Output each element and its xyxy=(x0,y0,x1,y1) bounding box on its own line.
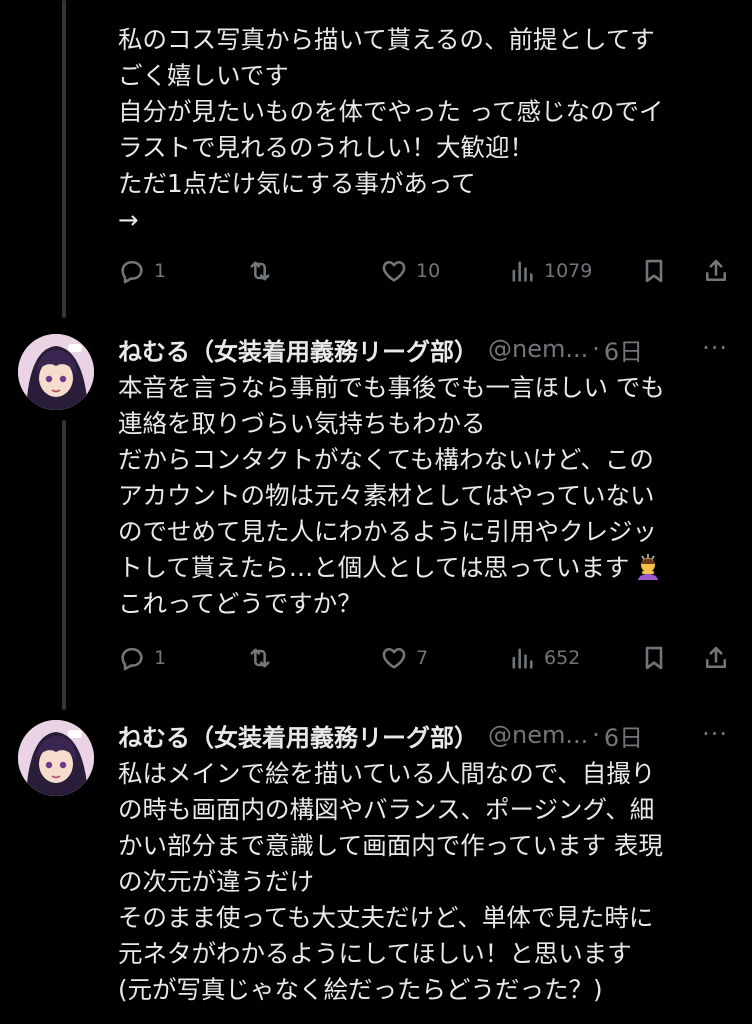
share-icon xyxy=(705,646,727,669)
text-line: だからコンタクトがなくても構わないけど、この xyxy=(118,445,654,474)
timestamp[interactable]: 6日 xyxy=(604,332,643,367)
timestamp[interactable]: 6日 xyxy=(604,718,643,753)
like-count: 10 xyxy=(416,260,441,282)
separator-dot: · xyxy=(592,335,600,363)
text-line: のでせめて見た人にわかるように引用やクレジッ xyxy=(118,517,657,546)
avatar-image xyxy=(18,720,94,796)
share-icon xyxy=(705,259,727,282)
thread-view: 私のコス写真から描いて貰えるの、前提としてす ごく嬉しいです 自分が見たいものを… xyxy=(0,0,752,1024)
like-icon xyxy=(382,647,406,669)
bookmark-button[interactable] xyxy=(640,251,668,291)
share-button[interactable] xyxy=(702,638,730,678)
text-line: かい部分まで意識して画面内で作っています 表現 xyxy=(118,831,663,860)
views-count: 1079 xyxy=(544,260,593,282)
text-line: そのまま使っても大丈夫だけど、単体で見た時に xyxy=(118,903,654,932)
bookmark-button[interactable] xyxy=(640,638,668,678)
text-segment: トして貰えたら…と個人としては思っています xyxy=(118,553,630,582)
reply-button[interactable]: 1 xyxy=(118,251,166,291)
thread-connector-line xyxy=(62,420,66,710)
thread-connector-line xyxy=(62,0,66,318)
tweet-text: 私はメインで絵を描いている人間なので、自撮り の時も画面内の構図やバランス、ポー… xyxy=(118,756,718,1008)
user-handle[interactable]: @nem... xyxy=(488,721,588,749)
views-button[interactable]: 1079 xyxy=(508,251,592,291)
tweet-actions: 1 10 1079 xyxy=(118,251,740,291)
text-line: ラストで見れるのうれしい！大歓迎！ xyxy=(118,133,535,162)
share-button[interactable] xyxy=(702,251,730,291)
repost-button[interactable] xyxy=(246,638,274,678)
repost-icon xyxy=(250,261,270,281)
tweet-text: 本音を言うなら事前でも事後でも一言ほしい でも 連絡を取りづらい気持ちもわかる … xyxy=(118,370,718,622)
views-icon xyxy=(512,648,533,669)
display-name[interactable]: ねむる（女装着用義務リーグ部） xyxy=(118,718,478,753)
reply-button[interactable]: 1 xyxy=(118,638,166,678)
text-line: → xyxy=(118,205,139,234)
views-count: 652 xyxy=(544,647,581,669)
text-line: 元ネタがわかるようにしてほしい！と思います xyxy=(118,939,632,968)
more-icon[interactable]: ··· xyxy=(702,720,728,748)
like-button[interactable]: 7 xyxy=(380,638,428,678)
text-line: ただ1点だけ気にする事があって xyxy=(118,169,476,198)
tweet-actions: 1 7 652 xyxy=(118,638,740,678)
person-bowing-emoji xyxy=(633,552,663,582)
like-icon xyxy=(382,260,406,282)
reply-count: 1 xyxy=(154,260,167,282)
text-line: ごく嬉しいです xyxy=(118,61,289,90)
bookmark-icon xyxy=(645,259,663,283)
tweet-header: ねむる（女装着用義務リーグ部） @nem... · 6日 xyxy=(118,716,718,754)
text-line: これってどうですか？ xyxy=(118,589,362,618)
text-line: の次元が違うだけ xyxy=(118,867,314,896)
text-line: トして貰えたら…と個人としては思っています xyxy=(118,550,718,586)
more-icon[interactable]: ··· xyxy=(702,334,728,362)
tweet-text: 私のコス写真から描いて貰えるの、前提としてす ごく嬉しいです 自分が見たいものを… xyxy=(118,22,718,238)
repost-icon xyxy=(250,648,270,668)
text-line: 連絡を取りづらい気持ちもわかる xyxy=(118,409,486,438)
text-line: 私のコス写真から描いて貰えるの、前提としてす xyxy=(118,25,655,54)
separator-dot: · xyxy=(592,721,600,749)
views-button[interactable]: 652 xyxy=(508,638,580,678)
text-line: 私はメインで絵を描いている人間なので、自撮り xyxy=(118,759,656,788)
text-line: アカウントの物は元々素材としてはやっていない xyxy=(118,481,655,510)
reply-icon xyxy=(121,647,143,671)
tweet-header: ねむる（女装着用義務リーグ部） @nem... · 6日 xyxy=(118,330,718,368)
avatar-image xyxy=(18,334,94,410)
bookmark-icon xyxy=(645,646,663,670)
text-line: 本音を言うなら事前でも事後でも一言ほしい でも xyxy=(118,373,665,402)
like-button[interactable]: 10 xyxy=(380,251,440,291)
reply-count: 1 xyxy=(154,647,167,669)
text-line: 自分が見たいものを体でやった って感じなのでイ xyxy=(118,97,664,126)
user-handle[interactable]: @nem... xyxy=(488,335,588,363)
display-name[interactable]: ねむる（女装着用義務リーグ部） xyxy=(118,332,478,367)
views-icon xyxy=(512,261,533,282)
avatar[interactable] xyxy=(18,334,94,410)
text-line: の時も画面内の構図やバランス、ポージング、細 xyxy=(118,795,655,824)
like-count: 7 xyxy=(416,647,429,669)
repost-button[interactable] xyxy=(246,251,274,291)
reply-icon xyxy=(121,260,143,284)
text-line: (元が写真じゃなく絵だったらどうだった？) xyxy=(118,975,603,1004)
avatar[interactable] xyxy=(18,720,94,796)
